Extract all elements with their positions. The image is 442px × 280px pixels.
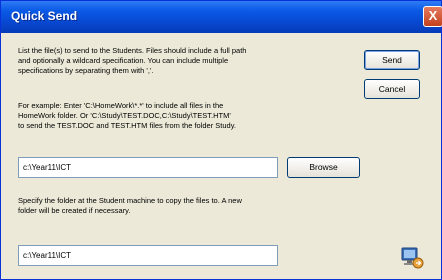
instructions-line: specifications by separating them with '… <box>18 66 154 75</box>
destination-text: Specify the folder at the Student machin… <box>18 196 242 216</box>
instructions-line: and optionally a wildcard specification.… <box>18 56 229 65</box>
instructions-line: List the file(s) to send to the Students… <box>18 46 247 55</box>
instructions-text: List the file(s) to send to the Students… <box>18 46 246 76</box>
close-icon[interactable]: X <box>423 6 442 27</box>
example-line: to send the TEST.DOC and TEST.HTM files … <box>18 121 237 130</box>
example-line: HomeWork folder. Or 'C:\Study\TEST.DOC,C… <box>18 111 231 120</box>
dialog-title: Quick Send <box>11 9 78 23</box>
title-bar[interactable]: Quick Send X <box>1 1 442 33</box>
files-input[interactable]: c:\Year11\ICT <box>18 157 278 178</box>
computer-send-icon <box>401 247 424 269</box>
quick-send-dialog: Quick Send X List the file(s) to send to… <box>0 0 442 280</box>
destination-line: Specify the folder at the Student machin… <box>18 196 242 205</box>
browse-button[interactable]: Browse <box>287 157 360 178</box>
example-line: For example: Enter 'C:\HomeWork\*.*' to … <box>18 101 224 110</box>
send-button[interactable]: Send <box>364 50 420 70</box>
destination-line: folder will be created if necessary. <box>18 206 131 215</box>
destination-input[interactable]: c:\Year11\ICT <box>18 245 278 266</box>
cancel-button[interactable]: Cancel <box>364 79 420 99</box>
example-text: For example: Enter 'C:\HomeWork\*.*' to … <box>18 101 236 131</box>
